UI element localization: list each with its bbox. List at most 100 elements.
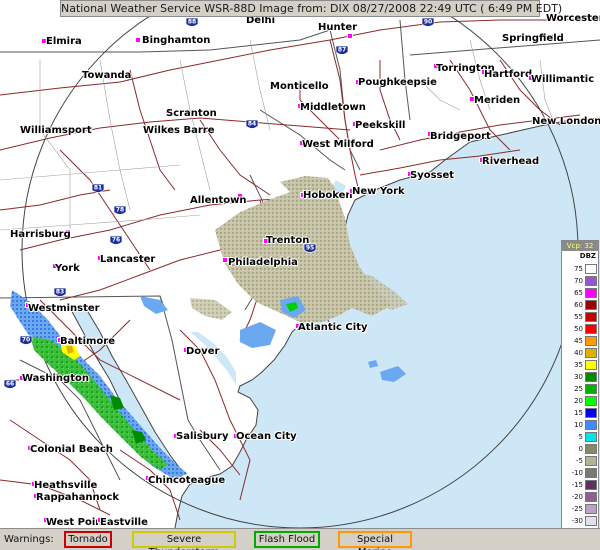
legend-row: 65 xyxy=(562,287,598,299)
warning-label: Tornado xyxy=(68,534,108,545)
legend-value: -30 xyxy=(571,517,583,525)
place-label: Hoboken xyxy=(303,190,353,201)
legend-value: 70 xyxy=(574,277,583,285)
highway-shield-label: 81 xyxy=(94,185,102,192)
place-label: Meriden xyxy=(474,95,521,106)
legend-color-swatch xyxy=(585,456,597,466)
place-label: Elmira xyxy=(46,36,82,47)
place-label: Heathsville xyxy=(34,480,98,491)
legend-color-swatch xyxy=(585,276,597,286)
legend-row: 20 xyxy=(562,395,598,407)
legend-row: 0 xyxy=(562,443,598,455)
legend-row: 35 xyxy=(562,359,598,371)
legend-color-swatch xyxy=(585,396,597,406)
place-label: Philadelphia xyxy=(228,257,298,268)
legend-row: 55 xyxy=(562,311,598,323)
city-marker-icon xyxy=(347,33,353,39)
place-label: Washington xyxy=(22,373,89,384)
highway-shield-label: 87 xyxy=(338,47,346,54)
highway-shield-label: 90 xyxy=(424,19,432,26)
legend-unit: DBZ xyxy=(579,252,596,260)
flash-flood-warning-toggle[interactable]: Flash Flood xyxy=(254,531,320,548)
place-label: West Milford xyxy=(302,139,374,150)
legend-value: -25 xyxy=(571,505,583,513)
place-label: Trenton xyxy=(266,235,310,246)
legend-header: Vcp: 32 xyxy=(562,241,598,251)
place-label: Scranton xyxy=(166,108,217,119)
special-marine-warning-toggle[interactable]: Special Marine xyxy=(338,531,412,550)
tornado-warning-toggle[interactable]: Tornado xyxy=(64,531,112,548)
highway-shield-label: 66 xyxy=(6,381,14,388)
place-label: Colonial Beach xyxy=(30,444,113,455)
legend-color-swatch xyxy=(585,384,597,394)
legend-row: 15 xyxy=(562,407,598,419)
place-label: Willimantic xyxy=(531,74,595,85)
legend-color-swatch xyxy=(585,504,597,514)
legend-row: -5 xyxy=(562,455,598,467)
legend-value: -10 xyxy=(571,469,583,477)
legend-color-swatch xyxy=(585,348,597,358)
place-label: Williamsport xyxy=(20,125,92,136)
legend-value: 50 xyxy=(574,325,583,333)
legend-color-swatch xyxy=(585,516,597,526)
radar-frame: 88 87 90 84 81 78 76 83 95 70 66 Elmira B… xyxy=(0,0,600,550)
legend-value: 30 xyxy=(574,373,583,381)
place-label: Wilkes Barre xyxy=(143,125,215,136)
place-label: New York xyxy=(352,186,405,197)
place-label: Hunter xyxy=(318,22,358,33)
legend-value: 40 xyxy=(574,349,583,357)
legend-color-swatch xyxy=(585,360,597,370)
place-label: Towanda xyxy=(82,70,132,81)
place-label: Chincoteague xyxy=(148,475,226,486)
place-label: Allentown xyxy=(190,195,247,206)
place-label: Syosset xyxy=(410,170,455,181)
place-label: Hartford xyxy=(484,69,533,80)
reflectivity-legend: Vcp: 32 DBZ 75 70 65 60 55 50 45 40 35 30 25 20 15 10… xyxy=(561,240,599,542)
place-label: Middletown xyxy=(300,102,366,113)
severe-thunderstorm-warning-toggle[interactable]: Severe Thunderstorm xyxy=(132,531,236,550)
legend-value: 45 xyxy=(574,337,583,345)
legend-color-swatch xyxy=(585,312,597,322)
legend-row: 30 xyxy=(562,371,598,383)
place-label: York xyxy=(55,263,80,274)
legend-color-swatch xyxy=(585,420,597,430)
legend-value: 10 xyxy=(574,421,583,429)
highway-shield-label: 78 xyxy=(116,207,124,214)
legend-color-swatch xyxy=(585,336,597,346)
legend-row: 60 xyxy=(562,299,598,311)
place-label: Harrisburg xyxy=(10,229,71,240)
warning-label: Special Marine xyxy=(356,534,394,550)
place-label: Riverhead xyxy=(482,156,540,167)
legend-color-swatch xyxy=(585,324,597,334)
legend-color-swatch xyxy=(585,492,597,502)
legend-color-swatch xyxy=(585,480,597,490)
highway-shield-label: 88 xyxy=(188,19,196,26)
legend-color-swatch xyxy=(585,264,597,274)
legend-value: 65 xyxy=(574,289,583,297)
highway-shield-label: 84 xyxy=(248,121,256,128)
place-label: Ocean City xyxy=(236,431,297,442)
legend-row: -15 xyxy=(562,479,598,491)
highway-shield-label: 83 xyxy=(56,289,64,296)
legend-color-swatch xyxy=(585,432,597,442)
legend-row: -20 xyxy=(562,491,598,503)
highway-shield-label: 76 xyxy=(112,237,120,244)
legend-value: -15 xyxy=(571,481,583,489)
legend-value: 5 xyxy=(578,433,583,441)
place-label: Eastville xyxy=(100,517,148,528)
legend-color-swatch xyxy=(585,444,597,454)
legend-row: 10 xyxy=(562,419,598,431)
place-label: Rappahannock xyxy=(36,492,120,503)
legend-color-swatch xyxy=(585,468,597,478)
legend-value: 25 xyxy=(574,385,583,393)
warning-label: Flash Flood xyxy=(258,534,316,545)
legend-row: 50 xyxy=(562,323,598,335)
legend-color-swatch xyxy=(585,372,597,382)
city-marker-icon xyxy=(135,37,141,43)
place-label: Baltimore xyxy=(60,336,116,347)
legend-row: 75 xyxy=(562,263,598,275)
legend-color-swatch xyxy=(585,408,597,418)
legend-value: 20 xyxy=(574,397,583,405)
warnings-label: Warnings: xyxy=(4,534,54,545)
warning-label: Severe Thunderstorm xyxy=(149,534,220,550)
